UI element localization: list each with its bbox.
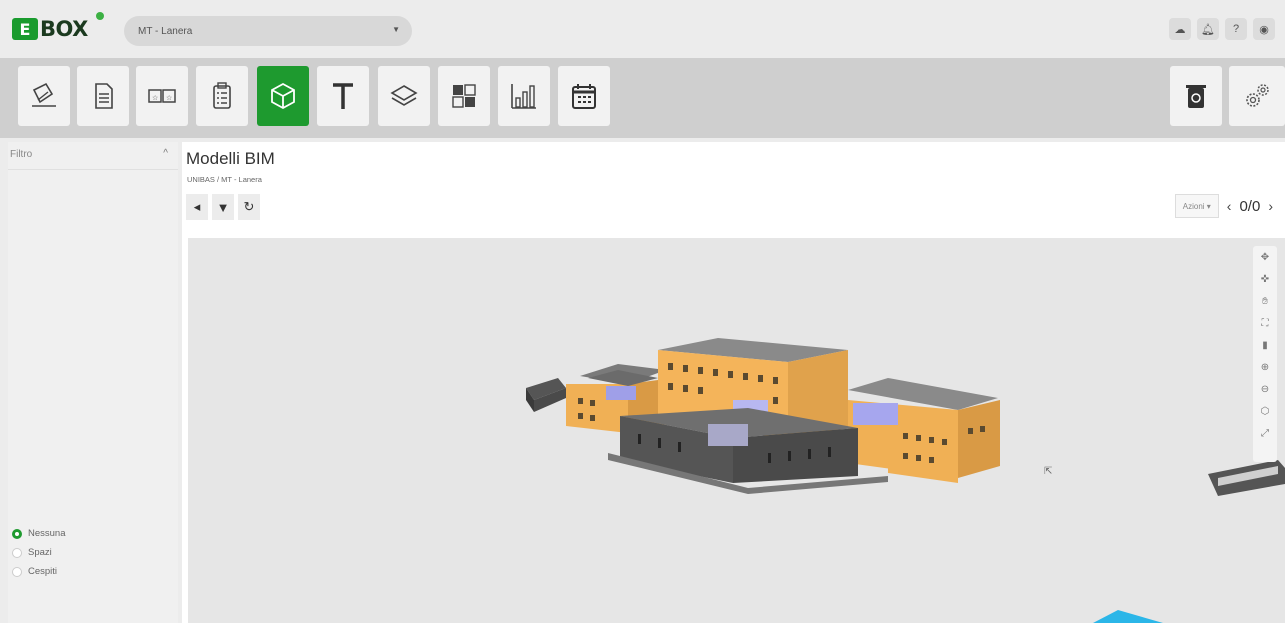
refresh-icon: ↻ xyxy=(243,199,255,214)
chart-icon xyxy=(511,84,536,109)
sign-document-icon xyxy=(32,82,56,107)
document-icon xyxy=(95,83,113,109)
text-icon xyxy=(333,83,353,109)
actions-dropdown[interactable]: Azioni ▾ xyxy=(1174,194,1219,218)
logo-badge xyxy=(96,12,104,20)
chevron-up-icon[interactable]: ^ xyxy=(163,148,168,159)
tickets-icon: ☆ ☆ xyxy=(148,89,176,103)
tool-charts[interactable] xyxy=(498,66,550,126)
tool-calendar[interactable] xyxy=(558,66,610,126)
filter-radio-group: Nessuna Spazi Cespiti xyxy=(12,524,66,581)
module-toolbar: ☆ ☆ xyxy=(0,58,1285,138)
help-icon[interactable]: ? xyxy=(1225,18,1247,40)
filter-sidebar: Filtro ^ Nessuna Spazi Cespiti xyxy=(8,142,178,623)
tool-settings[interactable] xyxy=(1229,66,1285,126)
checklist-icon xyxy=(213,82,231,109)
layers-icon xyxy=(390,85,418,106)
hand-pan-icon[interactable]: ✋︎ xyxy=(1253,290,1277,312)
zoom-in-icon[interactable]: ⊕ xyxy=(1253,356,1277,378)
bell-icon[interactable]: 🔔︎ xyxy=(1197,18,1219,40)
orbit-icon[interactable]: ✥ xyxy=(1253,246,1277,268)
breadcrumb: UNIBAS / MT - Lanera xyxy=(187,175,262,184)
svg-text:☆: ☆ xyxy=(166,94,172,102)
project-select[interactable]: MT - Lanera ▼ xyxy=(124,16,412,46)
mouse-cursor-icon: ⇱ xyxy=(1044,466,1053,477)
caret-down-icon: ▼ xyxy=(392,25,400,34)
calendar-icon xyxy=(572,84,596,109)
top-bar: E BOX MT - Lanera ▼ ☁ 🔔︎ ? ◉ xyxy=(0,0,1285,58)
refresh-button[interactable]: ↻ xyxy=(238,194,260,220)
tool-layers[interactable] xyxy=(378,66,430,126)
viewer-nav-panel: ✥ ✜ ✋︎ ⛶ ▮ ⊕ ⊖ ⬡ ⤢ xyxy=(1253,246,1277,462)
top-icons: ☁ 🔔︎ ? ◉ xyxy=(1169,18,1275,40)
project-select-value: MT - Lanera xyxy=(138,25,193,37)
cube-view-icon[interactable]: ⬡ xyxy=(1253,400,1277,422)
recycle-bin-icon xyxy=(1186,85,1206,108)
radio-cespiti[interactable]: Cespiti xyxy=(12,562,66,581)
page-title: Modelli BIM xyxy=(186,149,275,168)
puzzle-icon xyxy=(452,84,476,108)
radio-label: Spazi xyxy=(28,547,52,558)
tool-checklist[interactable] xyxy=(196,66,248,126)
filter-button[interactable]: ▼ xyxy=(212,194,234,220)
actions-bar: Azioni ▾ ‹ 0/0 › xyxy=(1174,194,1273,218)
pan-orbit-icon[interactable]: ✜ xyxy=(1253,268,1277,290)
user-icon[interactable]: ◉ xyxy=(1253,18,1275,40)
filter-icon: ▼ xyxy=(216,199,230,215)
prev-page-button[interactable]: ‹ xyxy=(1227,198,1232,214)
tool-puzzle[interactable] xyxy=(438,66,490,126)
tool-documents[interactable] xyxy=(77,66,129,126)
tool-sign-document[interactable] xyxy=(18,66,70,126)
collapse-button[interactable]: ◂ xyxy=(186,194,208,220)
radio-label: Cespiti xyxy=(28,566,58,577)
bim-cube-icon xyxy=(271,82,295,110)
radio-nessuna[interactable]: Nessuna xyxy=(12,524,66,543)
tool-text[interactable] xyxy=(317,66,369,126)
radio-unselected-icon xyxy=(12,547,22,558)
svg-text:☆: ☆ xyxy=(152,94,158,102)
zoom-out-icon[interactable]: ⊖ xyxy=(1253,378,1277,400)
tool-tickets[interactable]: ☆ ☆ xyxy=(136,66,188,126)
pager-counter: 0/0 xyxy=(1239,197,1261,215)
settings-gears-icon xyxy=(1246,84,1269,107)
tool-bim-models[interactable] xyxy=(257,66,309,126)
main-content: Modelli BIM UNIBAS / MT - Lanera ◂ ▼ ↻ A… xyxy=(182,142,1285,623)
radio-selected-icon xyxy=(12,528,22,539)
app-logo[interactable]: E BOX xyxy=(12,12,104,44)
bim-3d-viewer[interactable]: ✥ ✜ ✋︎ ⛶ ▮ ⊕ ⊖ ⬡ ⤢ ⇱ xyxy=(188,238,1285,623)
logo-mark: E xyxy=(12,18,38,40)
fullscreen-icon[interactable]: ⤢ xyxy=(1253,422,1277,444)
filter-label: Filtro xyxy=(10,149,33,160)
actions-label: Azioni xyxy=(1182,201,1205,211)
cloud-notifications-icon[interactable]: ☁ xyxy=(1169,18,1191,40)
fit-view-icon[interactable]: ⛶ xyxy=(1253,312,1277,334)
filter-header[interactable]: Filtro ^ xyxy=(8,142,178,170)
tool-recycle-bin[interactable] xyxy=(1170,66,1222,126)
map-icon[interactable]: ▮ xyxy=(1253,334,1277,356)
bim-building-model xyxy=(526,338,1285,623)
logo-text: BOX xyxy=(40,17,88,41)
view-controls: ◂ ▼ ↻ xyxy=(186,194,260,220)
next-page-button[interactable]: › xyxy=(1268,198,1273,214)
caret-left-icon: ◂ xyxy=(193,199,201,214)
radio-unselected-icon xyxy=(12,566,22,577)
radio-spazi[interactable]: Spazi xyxy=(12,543,66,562)
radio-label: Nessuna xyxy=(28,528,66,539)
